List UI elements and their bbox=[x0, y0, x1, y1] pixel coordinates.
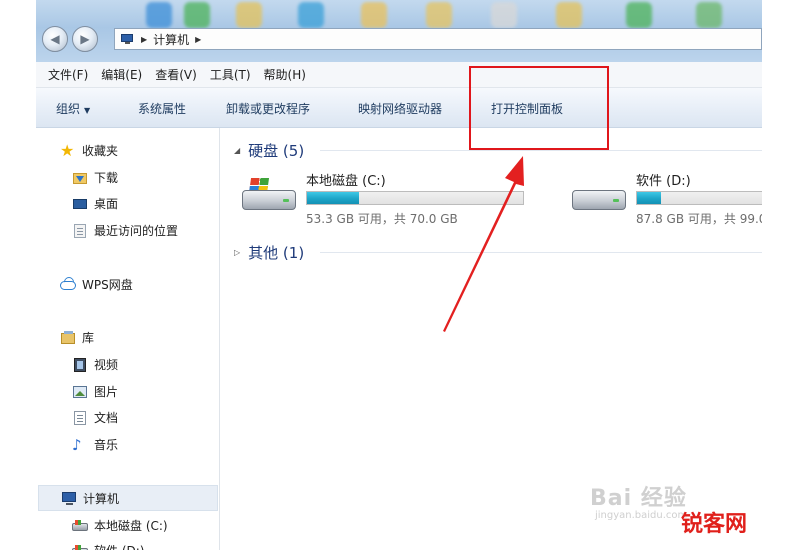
document-icon bbox=[72, 410, 88, 426]
hard-drive-icon bbox=[572, 178, 626, 212]
nav-label: 收藏夹 bbox=[82, 144, 119, 158]
download-folder-icon bbox=[72, 170, 88, 186]
nav-label: 音乐 bbox=[94, 438, 119, 452]
menu-edit[interactable]: 编辑(E) bbox=[101, 66, 142, 83]
video-icon bbox=[72, 357, 88, 373]
taskbar-blur-icon bbox=[361, 2, 387, 28]
computer-icon bbox=[121, 33, 135, 45]
group-title: 其他 (1) bbox=[248, 244, 305, 262]
baidu-watermark-url: jingyan.baidu.com bbox=[595, 510, 688, 521]
taskbar-blur-icon bbox=[184, 2, 210, 28]
menu-bar: 文件(F) 编辑(E) 查看(V) 工具(T) 帮助(H) bbox=[36, 62, 762, 88]
nav-label: 软件 (D:) bbox=[94, 542, 144, 550]
star-icon: ★ bbox=[60, 140, 75, 160]
nav-downloads[interactable]: 下载 bbox=[72, 169, 118, 186]
nav-documents[interactable]: 文档 bbox=[72, 409, 118, 426]
group-header-hard-disks[interactable]: ◢ 硬盘 (5) bbox=[234, 140, 304, 161]
navigation-pane: ★ 收藏夹 下载 桌面 最近访问的位置 WPS网盘 库 视频 图片 文档 ♪ 音… bbox=[36, 128, 220, 550]
nav-label: 计算机 bbox=[83, 491, 120, 506]
expand-triangle-icon[interactable]: ▷ bbox=[234, 248, 240, 257]
nav-libraries[interactable]: 库 bbox=[60, 329, 94, 346]
title-bar: ◀ ▶ ▶ 计算机 ▶ bbox=[36, 0, 762, 62]
menu-help[interactable]: 帮助(H) bbox=[264, 66, 306, 83]
drive-usage-fill bbox=[637, 192, 661, 204]
computer-icon bbox=[61, 490, 77, 506]
nav-label: 文档 bbox=[94, 411, 119, 425]
hard-drive-icon bbox=[72, 518, 88, 534]
uninstall-program-button[interactable]: 卸载或更改程序 bbox=[226, 100, 310, 117]
nav-software-d[interactable]: 软件 (D:) bbox=[72, 542, 144, 550]
collapse-triangle-icon[interactable]: ◢ bbox=[234, 146, 240, 155]
organize-button[interactable]: 组织 ▼ bbox=[56, 100, 90, 117]
forward-button[interactable]: ▶ bbox=[72, 26, 98, 52]
taskbar-blur-icon bbox=[298, 2, 324, 28]
taskbar-blur-icon bbox=[626, 2, 652, 28]
nav-label: 本地磁盘 (C:) bbox=[94, 519, 168, 533]
nav-label: 桌面 bbox=[94, 197, 119, 211]
map-network-drive-button[interactable]: 映射网络驱动器 bbox=[358, 100, 442, 117]
picture-icon bbox=[72, 384, 88, 400]
drive-name: 软件 (D:) bbox=[636, 174, 691, 189]
open-control-panel-button[interactable]: 打开控制面板 bbox=[491, 100, 563, 117]
chevron-down-icon: ▼ bbox=[84, 106, 91, 115]
forward-arrow-icon: ▶ bbox=[80, 32, 90, 46]
group-divider bbox=[320, 150, 762, 151]
drive-info: 87.8 GB 可用，共 99.0 GB bbox=[636, 212, 762, 226]
site-watermark-logo: 锐客网 bbox=[681, 512, 748, 537]
command-bar: 组织 ▼ 系统属性 卸载或更改程序 映射网络驱动器 打开控制面板 bbox=[36, 88, 762, 128]
back-arrow-icon: ◀ bbox=[50, 32, 60, 46]
nav-label: 视频 bbox=[94, 358, 119, 372]
nav-pictures[interactable]: 图片 bbox=[72, 383, 118, 400]
nav-computer[interactable]: 计算机 bbox=[38, 485, 218, 511]
menu-tools[interactable]: 工具(T) bbox=[210, 66, 251, 83]
breadcrumb-separator-icon[interactable]: ▶ bbox=[195, 35, 201, 44]
nav-label: 最近访问的位置 bbox=[94, 224, 179, 238]
group-header-other[interactable]: ▷ 其他 (1) bbox=[234, 242, 304, 263]
drive-info: 53.3 GB 可用，共 70.0 GB bbox=[306, 212, 458, 226]
nav-recent-places[interactable]: 最近访问的位置 bbox=[72, 222, 178, 239]
nav-label: WPS网盘 bbox=[82, 278, 133, 292]
nav-wps-cloud[interactable]: WPS网盘 bbox=[60, 276, 133, 293]
windows-drive-icon bbox=[242, 178, 296, 212]
nav-videos[interactable]: 视频 bbox=[72, 356, 118, 373]
explorer-window: ◀ ▶ ▶ 计算机 ▶ 文件(F) 编辑(E) 查看(V) 工具(T) 帮助(H… bbox=[36, 0, 762, 550]
drive-name: 本地磁盘 (C:) bbox=[306, 174, 386, 189]
recent-places-icon bbox=[72, 223, 88, 239]
nav-label: 图片 bbox=[94, 385, 119, 399]
drive-usage-fill bbox=[307, 192, 359, 204]
taskbar-blur-icon bbox=[146, 2, 172, 28]
group-title: 硬盘 (5) bbox=[248, 142, 305, 160]
menu-view[interactable]: 查看(V) bbox=[155, 66, 197, 83]
nav-local-disk-c[interactable]: 本地磁盘 (C:) bbox=[72, 517, 168, 534]
organize-label: 组织 bbox=[56, 102, 81, 116]
nav-label: 库 bbox=[82, 331, 95, 345]
taskbar-blur-icon bbox=[556, 2, 582, 28]
nav-favorites[interactable]: ★ 收藏夹 bbox=[60, 142, 118, 159]
nav-label: 下载 bbox=[94, 171, 119, 185]
breadcrumb-separator-icon[interactable]: ▶ bbox=[141, 35, 147, 44]
cloud-icon bbox=[60, 277, 76, 293]
back-button[interactable]: ◀ bbox=[42, 26, 68, 52]
menu-file[interactable]: 文件(F) bbox=[48, 66, 88, 83]
system-properties-button[interactable]: 系统属性 bbox=[138, 100, 186, 117]
drive-tile[interactable]: 软件 (D:) 87.8 GB 可用，共 99.0 GB bbox=[572, 170, 762, 230]
hard-drive-icon bbox=[72, 543, 88, 550]
breadcrumb-computer[interactable]: 计算机 bbox=[153, 31, 189, 48]
nav-music[interactable]: ♪ 音乐 bbox=[72, 436, 118, 453]
drive-usage-bar bbox=[636, 191, 762, 205]
drive-usage-bar bbox=[306, 191, 524, 205]
music-note-icon: ♪ bbox=[72, 435, 82, 454]
taskbar-blur-icon bbox=[426, 2, 452, 28]
baidu-watermark: Bai 经验 bbox=[590, 486, 687, 511]
taskbar-blur-icon bbox=[491, 2, 517, 28]
group-divider bbox=[320, 252, 762, 253]
address-bar[interactable]: ▶ 计算机 ▶ bbox=[114, 28, 762, 50]
drive-tile[interactable]: 本地磁盘 (C:) 53.3 GB 可用，共 70.0 GB bbox=[242, 170, 532, 230]
desktop-icon bbox=[72, 196, 88, 212]
nav-desktop[interactable]: 桌面 bbox=[72, 195, 118, 212]
library-icon bbox=[60, 330, 76, 346]
taskbar-blur-icon bbox=[696, 2, 722, 28]
taskbar-blur-icon bbox=[236, 2, 262, 28]
